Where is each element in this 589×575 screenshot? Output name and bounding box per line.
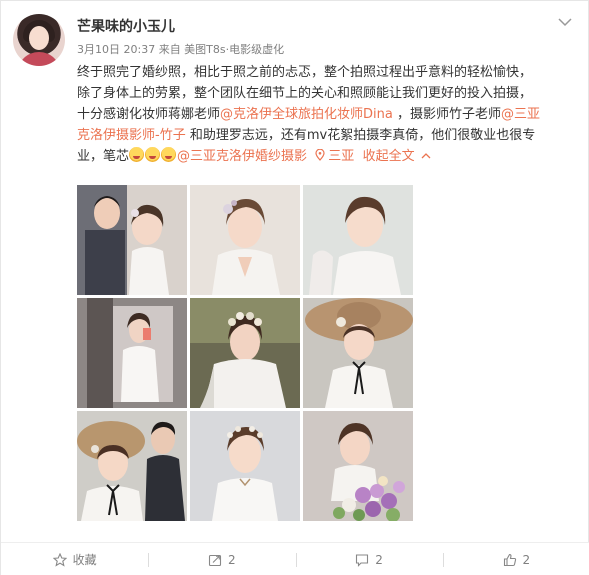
post-line-4: 克洛伊摄影师-竹子 和助理罗志远，还有mv花絮拍摄李真倚，他们很敬业也很专	[77, 125, 577, 146]
laugh-emoji-icon	[161, 147, 177, 162]
location-label: 三亚	[328, 149, 355, 164]
photo-thumbnail[interactable]	[190, 298, 300, 408]
post-line-1: 终于照完了婚纱照，相比于照之前的忐忑，整个拍照过程出乎意料的轻松愉快，	[77, 65, 533, 80]
like-count: 2	[522, 552, 531, 567]
action-bar: 收藏 2 2 2	[1, 542, 589, 575]
favorite-label: 收藏	[72, 553, 97, 567]
laugh-emoji-icon	[129, 147, 145, 162]
location-pin-icon	[315, 149, 325, 161]
post-body: 终于照完了婚纱照，相比于照之前的忐忑，整个拍照过程出乎意料的轻松愉快， 除了身体…	[77, 62, 577, 167]
repost-button[interactable]: 2	[148, 543, 295, 575]
collapse-text-link[interactable]: 收起全文	[363, 149, 431, 164]
star-icon	[52, 552, 67, 567]
post-line-5: 业，笔芯 @三亚克洛伊婚纱摄影 三亚 收起全文	[77, 146, 577, 167]
username[interactable]: 芒果味的小玉儿	[77, 16, 175, 36]
photo-thumbnail[interactable]	[77, 185, 187, 295]
mention-link-zhuzi-part2[interactable]: 克洛伊摄影师-竹子	[77, 128, 186, 143]
collapse-label: 收起全文	[362, 149, 415, 164]
mention-link-zhuzi-part1[interactable]: @三亚	[501, 107, 540, 122]
favorite-button[interactable]: 收藏	[1, 543, 148, 575]
post-line-3: 十分感谢化妆师蒋娜老师@克洛伊全球旅拍化妆师Dina ，摄影师竹子老师@三亚	[77, 104, 577, 125]
photo-thumbnail[interactable]	[303, 298, 413, 408]
photo-thumbnail[interactable]	[303, 411, 413, 521]
photo-thumbnail[interactable]	[190, 185, 300, 295]
photo-thumbnail[interactable]	[77, 298, 187, 408]
chevron-down-icon[interactable]	[558, 17, 572, 27]
laugh-emoji-icon	[145, 147, 161, 162]
like-button[interactable]: 2	[442, 543, 589, 575]
post-line-2: 除了身体上的劳累，整个团队在细节上的关心和照顾能让我们更好的投入拍摄，	[77, 86, 533, 101]
post-text-segment: 十分感谢化妆师蒋娜老师	[77, 107, 221, 122]
photo-thumbnail[interactable]	[303, 185, 413, 295]
post-text-segment: ，摄影师竹子老师	[392, 107, 501, 122]
post-text-segment: 业，笔芯	[77, 149, 130, 164]
avatar-shoulder	[17, 52, 61, 66]
location-link[interactable]: 三亚	[315, 149, 354, 164]
post-meta: 3月10日 20:37 来自 美图T8s·电影级虚化	[77, 43, 285, 56]
thumbs-up-icon	[503, 553, 516, 566]
weibo-post-card: 芒果味的小玉儿 3月10日 20:37 来自 美图T8s·电影级虚化 终于照完了…	[0, 0, 589, 575]
avatar-face	[29, 26, 49, 50]
photo-thumbnail[interactable]	[190, 411, 300, 521]
repost-count: 2	[228, 552, 236, 567]
mention-link-dina[interactable]: @克洛伊全球旅拍化妆师Dina	[220, 107, 393, 122]
repost-icon	[208, 554, 222, 566]
comment-icon	[356, 553, 369, 567]
chevron-up-icon	[421, 153, 431, 159]
comment-count: 2	[375, 552, 383, 567]
post-text-segment: 和助理罗志远，还有mv花絮拍摄李真倚，他们很敬业也很专	[185, 128, 536, 143]
mention-link-studio[interactable]: @三亚克洛伊婚纱摄影	[177, 149, 307, 164]
photo-thumbnail[interactable]	[77, 411, 187, 521]
comment-button[interactable]: 2	[295, 543, 443, 575]
user-avatar[interactable]	[13, 14, 65, 66]
